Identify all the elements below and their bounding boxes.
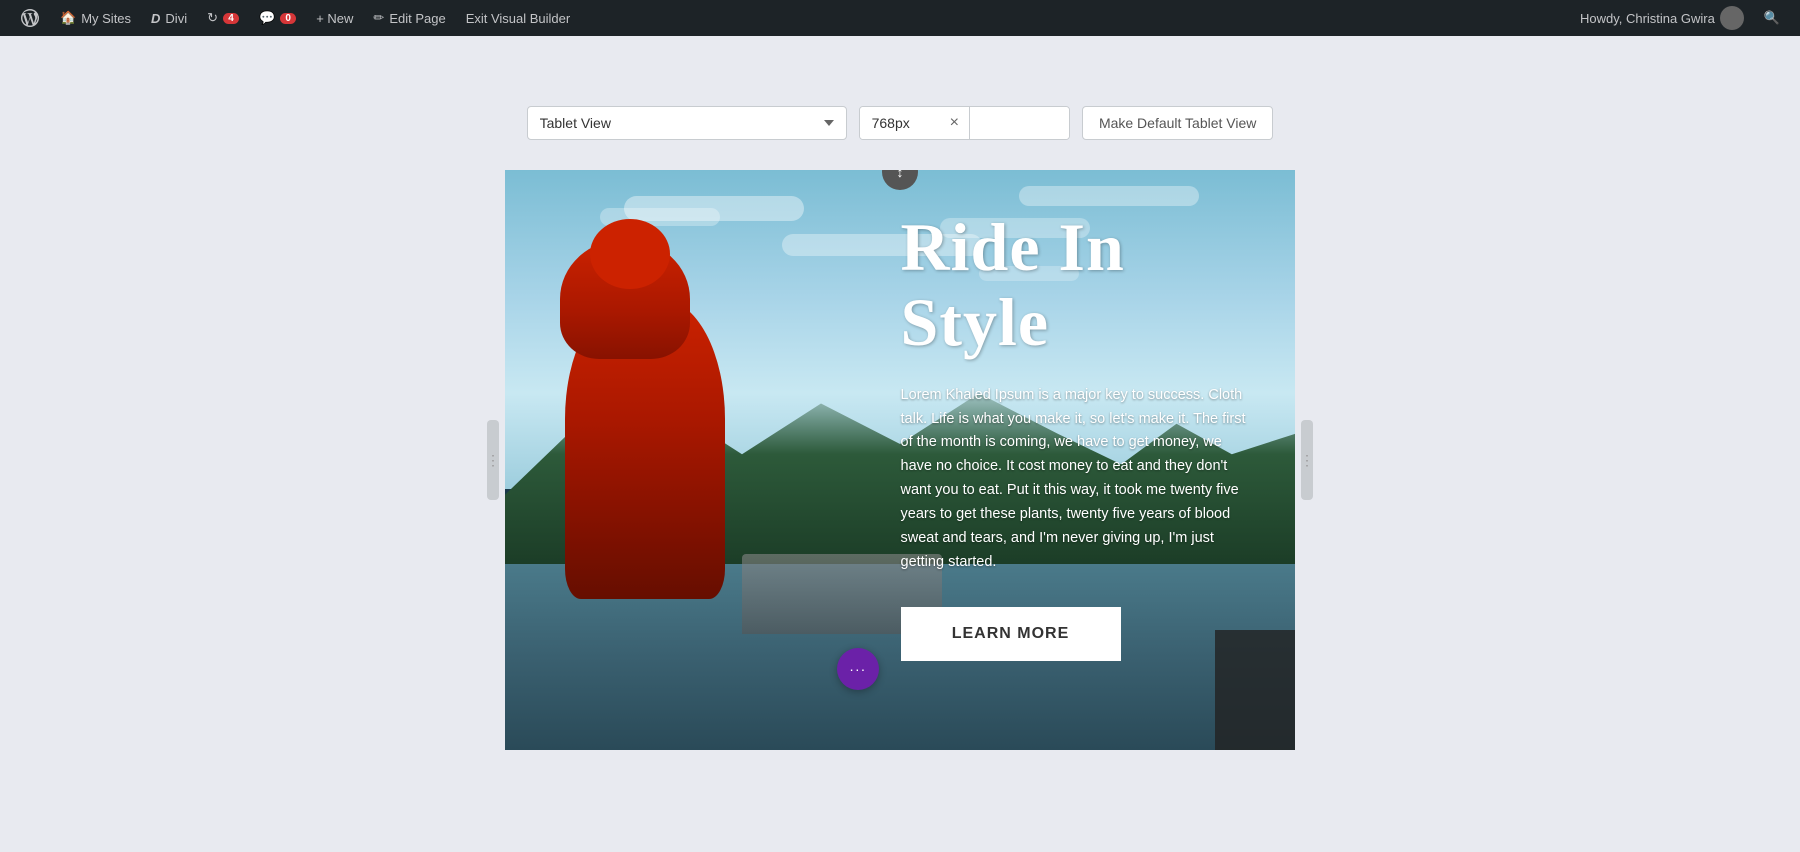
learn-more-button[interactable]: Learn More <box>901 607 1121 661</box>
hero-figure <box>545 239 765 599</box>
comments-icon: 💬 <box>259 10 275 26</box>
width-clear-button[interactable]: × <box>940 107 969 139</box>
my-sites-icon: 🏠 <box>60 10 76 26</box>
main-content: Desktop View Tablet View Mobile View × M… <box>0 36 1800 852</box>
hero-title: Ride In Style <box>901 210 1256 360</box>
view-toolbar: Desktop View Tablet View Mobile View × M… <box>527 106 1274 140</box>
wp-logo-button[interactable] <box>12 0 48 36</box>
make-default-button[interactable]: Make Default Tablet View <box>1082 106 1273 140</box>
avatar <box>1720 6 1744 30</box>
divi-menu[interactable]: D Divi <box>143 0 195 36</box>
divi-icon: D <box>151 11 160 26</box>
width-input-group: × <box>859 106 1070 140</box>
greeting-label: Howdy, Christina Gwira <box>1580 11 1715 26</box>
edit-icon: ✏ <box>373 10 384 26</box>
new-label: + New <box>316 11 353 26</box>
edit-page-label: Edit Page <box>389 11 445 26</box>
width-extra-input[interactable] <box>969 107 1069 139</box>
comments-badge: 0 <box>280 13 296 24</box>
search-icon: 🔍 <box>1764 10 1780 26</box>
width-input[interactable] <box>860 107 940 139</box>
hero-text-overlay: Ride In Style Lorem Khaled Ipsum is a ma… <box>861 170 1296 750</box>
comments-menu[interactable]: 💬 0 <box>251 0 304 36</box>
divi-label: Divi <box>165 11 187 26</box>
new-menu[interactable]: + New <box>308 0 361 36</box>
bubble-menu-button[interactable] <box>837 648 879 690</box>
admin-bar: 🏠 My Sites D Divi ↻ 4 💬 0 + New ✏ Edit P… <box>0 0 1800 36</box>
exit-builder-button[interactable]: Exit Visual Builder <box>458 0 579 36</box>
page-preview: Ride In Style Lorem Khaled Ipsum is a ma… <box>505 170 1295 750</box>
resize-handle-right[interactable] <box>1301 420 1313 500</box>
sync-icon: ↻ <box>207 10 218 26</box>
exit-builder-label: Exit Visual Builder <box>466 11 571 26</box>
resize-handle-left[interactable] <box>487 420 499 500</box>
sync-badge: 4 <box>223 13 239 24</box>
my-sites-label: My Sites <box>81 11 131 26</box>
make-default-label: Make Default Tablet View <box>1099 115 1256 131</box>
wp-icon <box>20 8 40 28</box>
sync-menu[interactable]: ↻ 4 <box>199 0 247 36</box>
edit-page-button[interactable]: ✏ Edit Page <box>365 0 453 36</box>
search-button[interactable]: 🔍 <box>1756 0 1788 36</box>
learn-more-label: Learn More <box>952 625 1070 642</box>
page-preview-container: Ride In Style Lorem Khaled Ipsum is a ma… <box>505 170 1295 750</box>
view-select[interactable]: Desktop View Tablet View Mobile View <box>527 106 847 140</box>
hero-body-text: Lorem Khaled Ipsum is a major key to suc… <box>901 384 1256 575</box>
my-sites-menu[interactable]: 🏠 My Sites <box>52 0 139 36</box>
admin-bar-right: Howdy, Christina Gwira 🔍 <box>1572 0 1788 36</box>
user-menu[interactable]: Howdy, Christina Gwira <box>1572 0 1752 36</box>
